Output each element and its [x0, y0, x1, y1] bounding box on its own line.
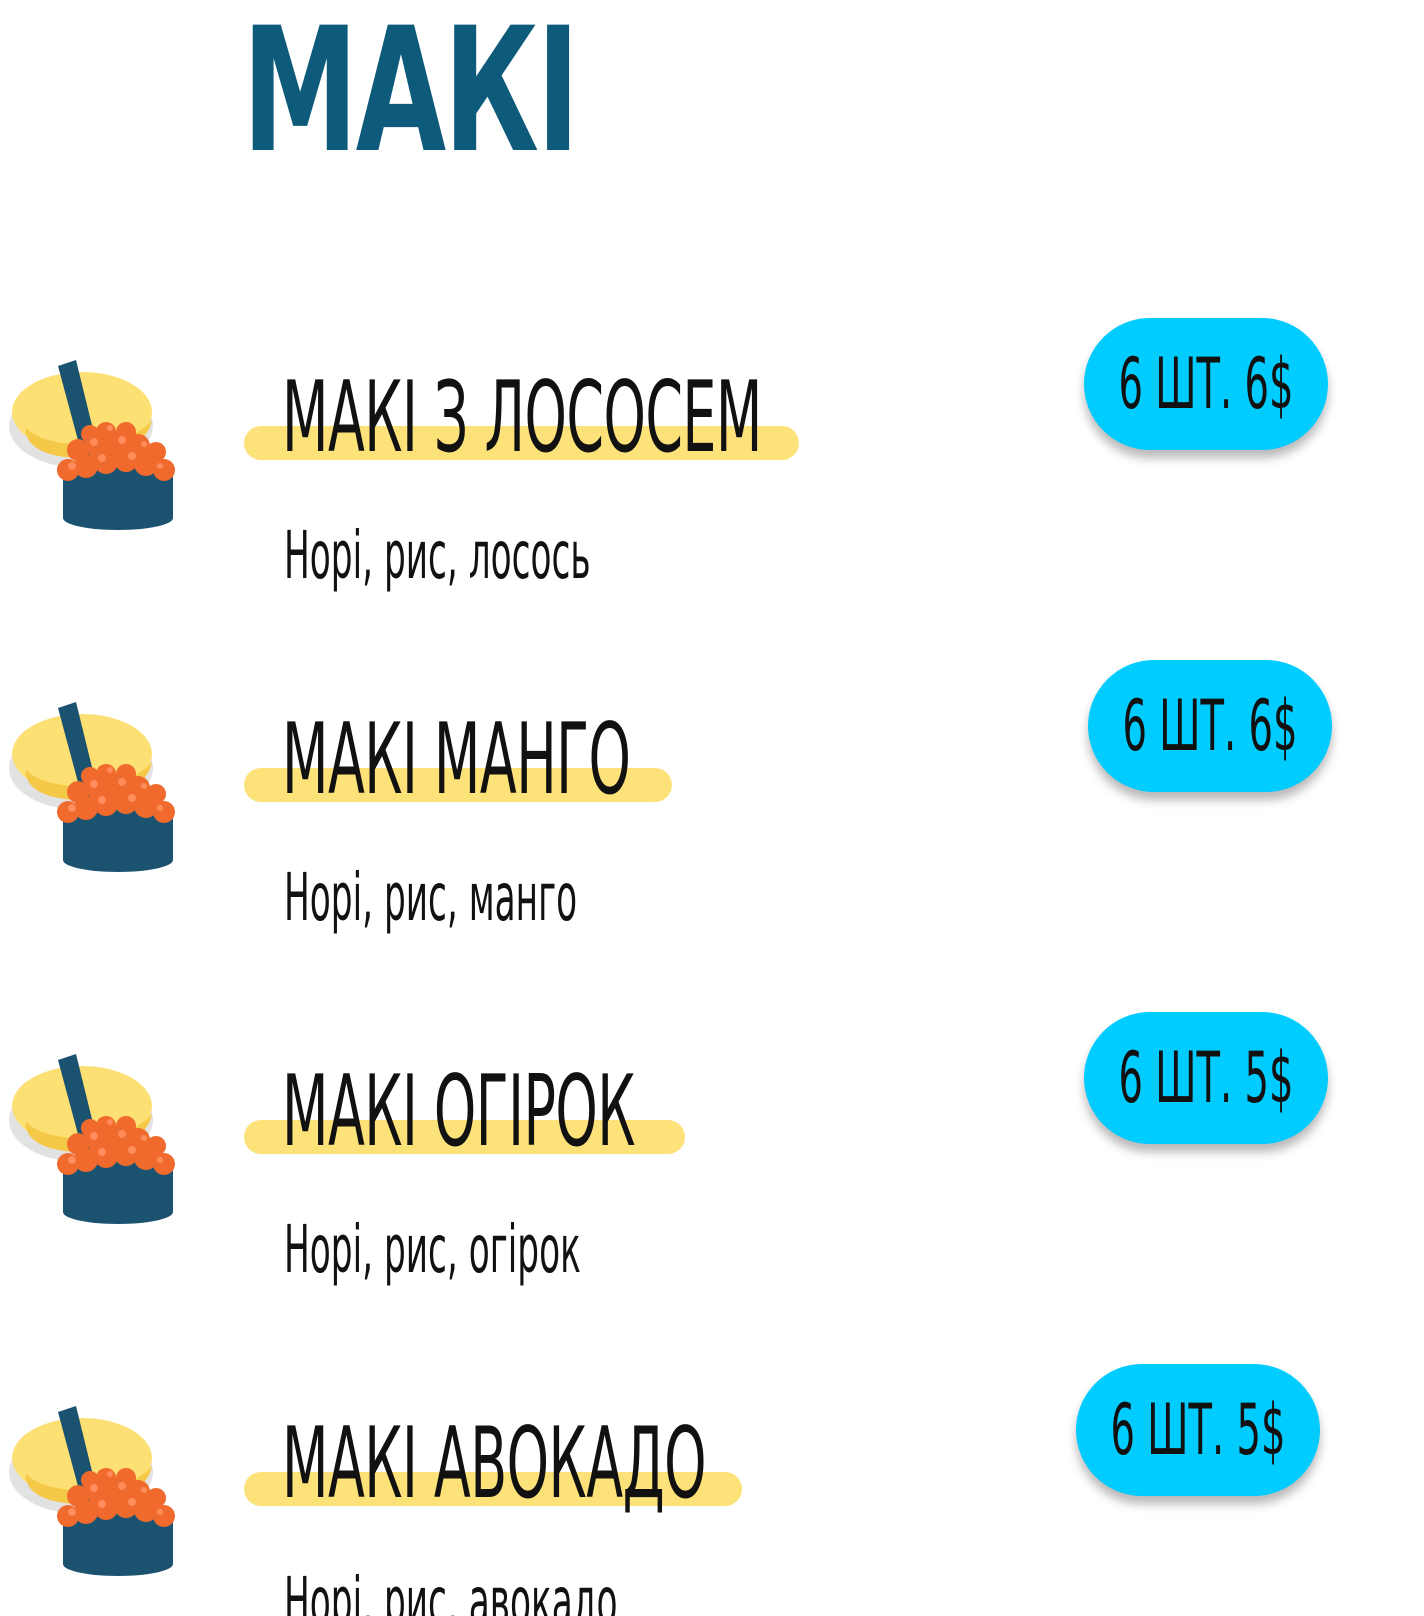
item-title: МАКІ З ЛОСОСЕМ [244, 368, 844, 468]
price-label: 6 ШТ. 6$ [1122, 685, 1298, 767]
menu-item: МАКІ ОГІРОК Норі, рис, огірок 6 ШТ. 5$ [0, 1012, 1424, 1312]
item-description: Норі, рис, манго [284, 859, 578, 936]
menu-item: МАКІ АВОКАДО Норі, рис, авокадо 6 ШТ. 5$ [0, 1364, 1424, 1616]
price-label: 6 ШТ. 6$ [1118, 343, 1294, 425]
sushi-icon [9, 1406, 175, 1576]
item-name: МАКІ МАНГО [282, 703, 631, 817]
sushi-icon [9, 702, 175, 872]
item-title: МАКІ МАНГО [244, 710, 844, 810]
item-description: Норі, рис, лосось [284, 517, 591, 594]
item-description: Норі, рис, огірок [284, 1211, 581, 1288]
sushi-icon [9, 1054, 175, 1224]
item-description: Норі, рис, авокадо [284, 1563, 618, 1616]
price-label: 6 ШТ. 5$ [1118, 1037, 1294, 1119]
menu-item: МАКІ МАНГО Норі, рис, манго 6 ШТ. 6$ [0, 660, 1424, 960]
sushi-icon [9, 360, 175, 530]
price-button[interactable]: 6 ШТ. 5$ [1084, 1012, 1328, 1144]
item-title: МАКІ АВОКАДО [244, 1414, 844, 1514]
page-title: МАКІ [242, 0, 580, 191]
item-name: МАКІ АВОКАДО [282, 1407, 707, 1521]
item-name: МАКІ ОГІРОК [282, 1055, 636, 1169]
item-name: МАКІ З ЛОСОСЕМ [282, 361, 762, 475]
price-button[interactable]: 6 ШТ. 6$ [1084, 318, 1328, 450]
price-button[interactable]: 6 ШТ. 6$ [1088, 660, 1332, 792]
price-button[interactable]: 6 ШТ. 5$ [1076, 1364, 1320, 1496]
price-label: 6 ШТ. 5$ [1110, 1389, 1286, 1471]
item-title: МАКІ ОГІРОК [244, 1062, 844, 1162]
menu-item: МАКІ З ЛОСОСЕМ Норі, рис, лосось 6 ШТ. 6… [0, 318, 1424, 618]
